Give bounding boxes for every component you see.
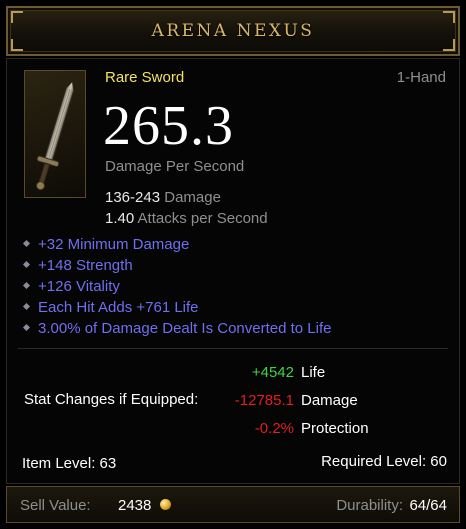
durability-value: 64/64 <box>409 497 447 514</box>
required-level: Required Level: 60 <box>321 453 447 470</box>
damage-label: Damage <box>164 189 221 206</box>
stat-change-row: -12785.1 Damage <box>0 392 466 412</box>
gold-coin-icon <box>160 499 171 510</box>
stat-change-row: -0.2% Protection <box>0 420 466 440</box>
item-level: Item Level: 63 <box>22 455 117 472</box>
tooltip-footer: Sell Value: 2438 Durability: 64/64 <box>6 486 460 523</box>
damage-value: 136-243 <box>105 189 161 206</box>
attack-speed-value: 1.40 <box>105 210 135 227</box>
stat-change-row: +4542 Life <box>0 364 466 384</box>
tooltip-header: ARENA NEXUS <box>6 6 460 56</box>
stat-change-value: +4542 <box>251 364 294 381</box>
stat-change-value: -0.2% <box>254 420 294 437</box>
item-name: ARENA NEXUS <box>151 21 315 41</box>
stat-change-value: -12785.1 <box>234 392 294 409</box>
attack-speed-stat: 1.40 Attacks per Second <box>105 210 268 227</box>
section-divider <box>18 348 448 349</box>
stat-change-label: Damage <box>301 392 358 409</box>
stat-change-label: Life <box>301 364 326 381</box>
stat-change-label: Protection <box>301 420 369 437</box>
dps-value: 265.3 <box>103 95 234 157</box>
durability-label: Durability: <box>336 497 403 514</box>
sword-icon <box>24 70 86 198</box>
damage-stat: 136-243 Damage <box>105 189 221 206</box>
attack-speed-label: Attacks per Second <box>137 210 268 227</box>
dps-label: Damage Per Second <box>105 158 245 175</box>
item-tooltip: ARENA NEXUS Rare Sword 1-Hand 265.3 Dama… <box>0 0 466 529</box>
sell-value: 2438 <box>118 497 152 514</box>
item-rarity: Rare Sword <box>105 69 185 86</box>
item-slot: 1-Hand <box>396 69 446 86</box>
sell-value-label: Sell Value: <box>20 497 91 514</box>
